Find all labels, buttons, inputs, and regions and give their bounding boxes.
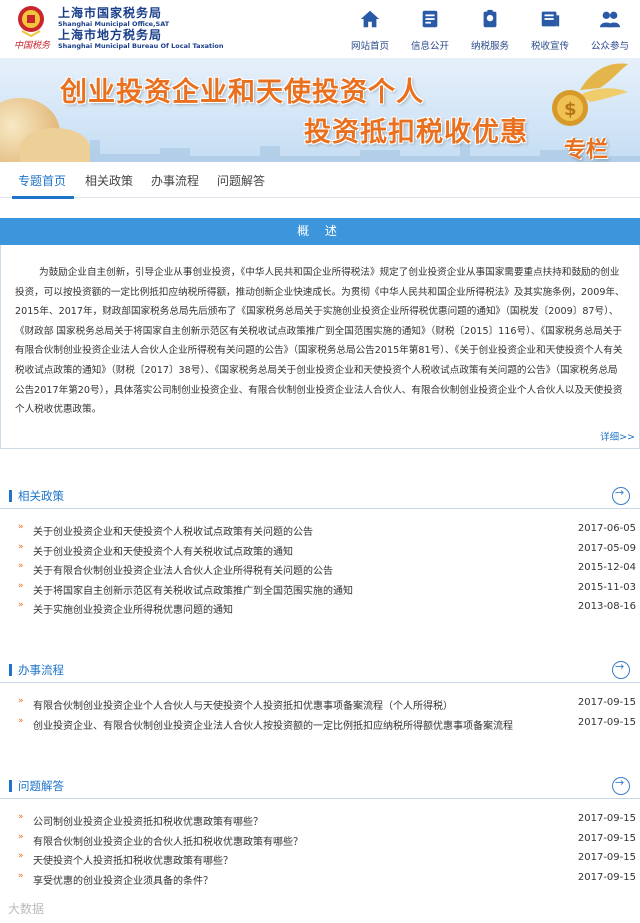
arrow-circle-icon[interactable] <box>612 486 630 505</box>
process-list: » 有限合伙制创业投资企业个人合伙人与天使投资个人投资抵扣优惠事项备案流程（个人所… <box>0 683 640 734</box>
arrow-bullet-icon: » <box>18 870 24 881</box>
arrow-bullet-icon: » <box>18 522 24 532</box>
arrow-bullet-icon: » <box>18 696 24 706</box>
tab-process[interactable]: 办事流程 <box>151 172 199 189</box>
section-title: 相关政策 <box>18 489 64 503</box>
section-title: 办事流程 <box>18 663 64 677</box>
list-item[interactable]: » 关于将国家自主创新示范区有关税收试点政策推广到全国范围实施的通知 2015-11… <box>0 580 640 600</box>
list-item[interactable]: » 享受优惠的创业投资企业须具备的条件？ 2017-09-15 <box>0 870 640 890</box>
overview-text: 为鼓励企业自主创新，引导企业从事创业投资，《中华人民共和国企业所得税法》规定了创… <box>15 267 625 416</box>
svg-text:$: $ <box>564 99 577 120</box>
list-item[interactable]: » 公司制创业投资企业投资抵扣税收优惠政策有哪些？ 2017-09-15 <box>0 811 640 831</box>
site-header: 中国税务 上海市国家税务局 Shanghai Municipal Office,… <box>0 0 640 58</box>
eggshell-graphic <box>20 128 90 162</box>
banner-tag: 专栏 <box>564 138 609 162</box>
nav-home[interactable]: 网站首页 <box>340 8 400 53</box>
list-item[interactable]: » 有限合伙制创业投资企业的合伙人抵扣税收优惠政策有哪些？ 2017-09-15 <box>0 831 640 851</box>
topic-banner: 创业投资企业和天使投资个人 投资抵扣税收优惠 $ 专栏 <box>0 58 640 162</box>
tab-policy[interactable]: 相关政策 <box>85 172 133 189</box>
main-nav: 网站首页 信息公开 纳税服务 税收宣传 公众参与 <box>340 8 640 53</box>
topic-tabs: 专题首页 相关政策 办事流程 问题解答 <box>0 162 640 199</box>
nav-publicity[interactable]: 税收宣传 <box>520 8 580 53</box>
banner-title-line2: 投资抵扣税收优惠 <box>304 117 528 148</box>
winged-coin-icon: $ <box>552 63 628 126</box>
arrow-bullet-icon: » <box>18 831 24 842</box>
watermark: 大数据 <box>8 902 45 916</box>
arrow-bullet-icon: » <box>18 715 24 726</box>
banner-title-line1: 创业投资企业和天使投资个人 <box>60 77 424 108</box>
section-marker <box>9 664 12 676</box>
arrow-bullet-icon: » <box>18 580 24 591</box>
arrow-bullet-icon: » <box>18 541 24 552</box>
document-icon <box>422 10 438 28</box>
arrow-circle-icon[interactable] <box>612 660 630 679</box>
arrow-bullet-icon: » <box>18 812 24 822</box>
tax-emblem-icon[interactable] <box>16 5 46 37</box>
overview-title: 概 述 <box>0 218 640 245</box>
faq-list: » 公司制创业投资企业投资抵扣税收优惠政策有哪些？ 2017-09-15 » 有限合伙… <box>0 799 640 889</box>
arrow-bullet-icon: » <box>18 561 24 571</box>
section-process: 办事流程 »有限合伙制创业投资企业个人合伙人与天使投资个人投资抵扣优惠事项备案流… <box>0 657 640 734</box>
org-local[interactable]: 上海市地方税务局 Shanghai Municipal Bureau Of Lo… <box>58 29 223 51</box>
section-marker <box>9 490 12 502</box>
list-item[interactable]: » 创业投资企业、有限合伙制创业投资企业法人合伙人按投资额的一定比例抵扣应纳税所得… <box>0 715 640 735</box>
list-item[interactable]: » 有限合伙制创业投资企业个人合伙人与天使投资个人投资抵扣优惠事项备案流程（个人所… <box>0 695 640 715</box>
slogan: 中国税务 <box>14 41 51 51</box>
section-policy: 相关政策 »关于创业投资企业和天使投资个人税收试点政策有关问题的公告2017-0… <box>0 483 640 619</box>
list-item[interactable]: » 关于有限合伙制创业投资企业法人合伙人企业所得税有关问题的公告 2015-12-0… <box>0 560 640 580</box>
list-item[interactable]: » 天使投资个人投资抵扣税收优惠政策有哪些？ 2017-09-15 <box>0 850 640 870</box>
publicity-icon <box>541 11 560 27</box>
service-icon <box>483 9 497 28</box>
home-icon <box>360 10 380 28</box>
people-icon <box>599 11 621 28</box>
section-marker <box>9 780 12 792</box>
section-faq: 问题解答 »公司制创业投资企业投资抵扣税收优惠政策有哪些？2017-09-15 … <box>0 773 640 889</box>
tab-home[interactable]: 专题首页 <box>18 172 66 189</box>
arrow-circle-icon[interactable] <box>612 776 630 795</box>
nav-service[interactable]: 纳税服务 <box>460 8 520 53</box>
arrow-bullet-icon: » <box>18 600 24 610</box>
arrow-bullet-icon: » <box>18 851 24 861</box>
policy-list: » 关于创业投资企业和天使投资个人税收试点政策有关问题的公告 2017-06-05 … <box>0 509 640 619</box>
org-national[interactable]: 上海市国家税务局 Shanghai Municipal Office,SAT <box>58 7 169 29</box>
nav-public[interactable]: 公众参与 <box>580 8 640 53</box>
more-link[interactable]: 详细>> <box>600 429 635 443</box>
list-item[interactable]: » 关于创业投资企业和天使投资个人税收试点政策有关问题的公告 2017-06-05 <box>0 521 640 541</box>
nav-info[interactable]: 信息公开 <box>400 8 460 53</box>
active-tab-indicator <box>12 196 74 199</box>
tab-faq[interactable]: 问题解答 <box>217 172 265 189</box>
list-item[interactable]: » 关于创业投资企业和天使投资个人有关税收试点政策的通知 2017-05-09 <box>0 541 640 561</box>
list-item[interactable]: » 关于实施创业投资企业所得税优惠问题的通知 2013-08-16 <box>0 599 640 619</box>
section-title: 问题解答 <box>18 779 64 793</box>
overview-panel: 为鼓励企业自主创新，引导企业从事创业投资，《中华人民共和国企业所得税法》规定了创… <box>0 245 640 449</box>
